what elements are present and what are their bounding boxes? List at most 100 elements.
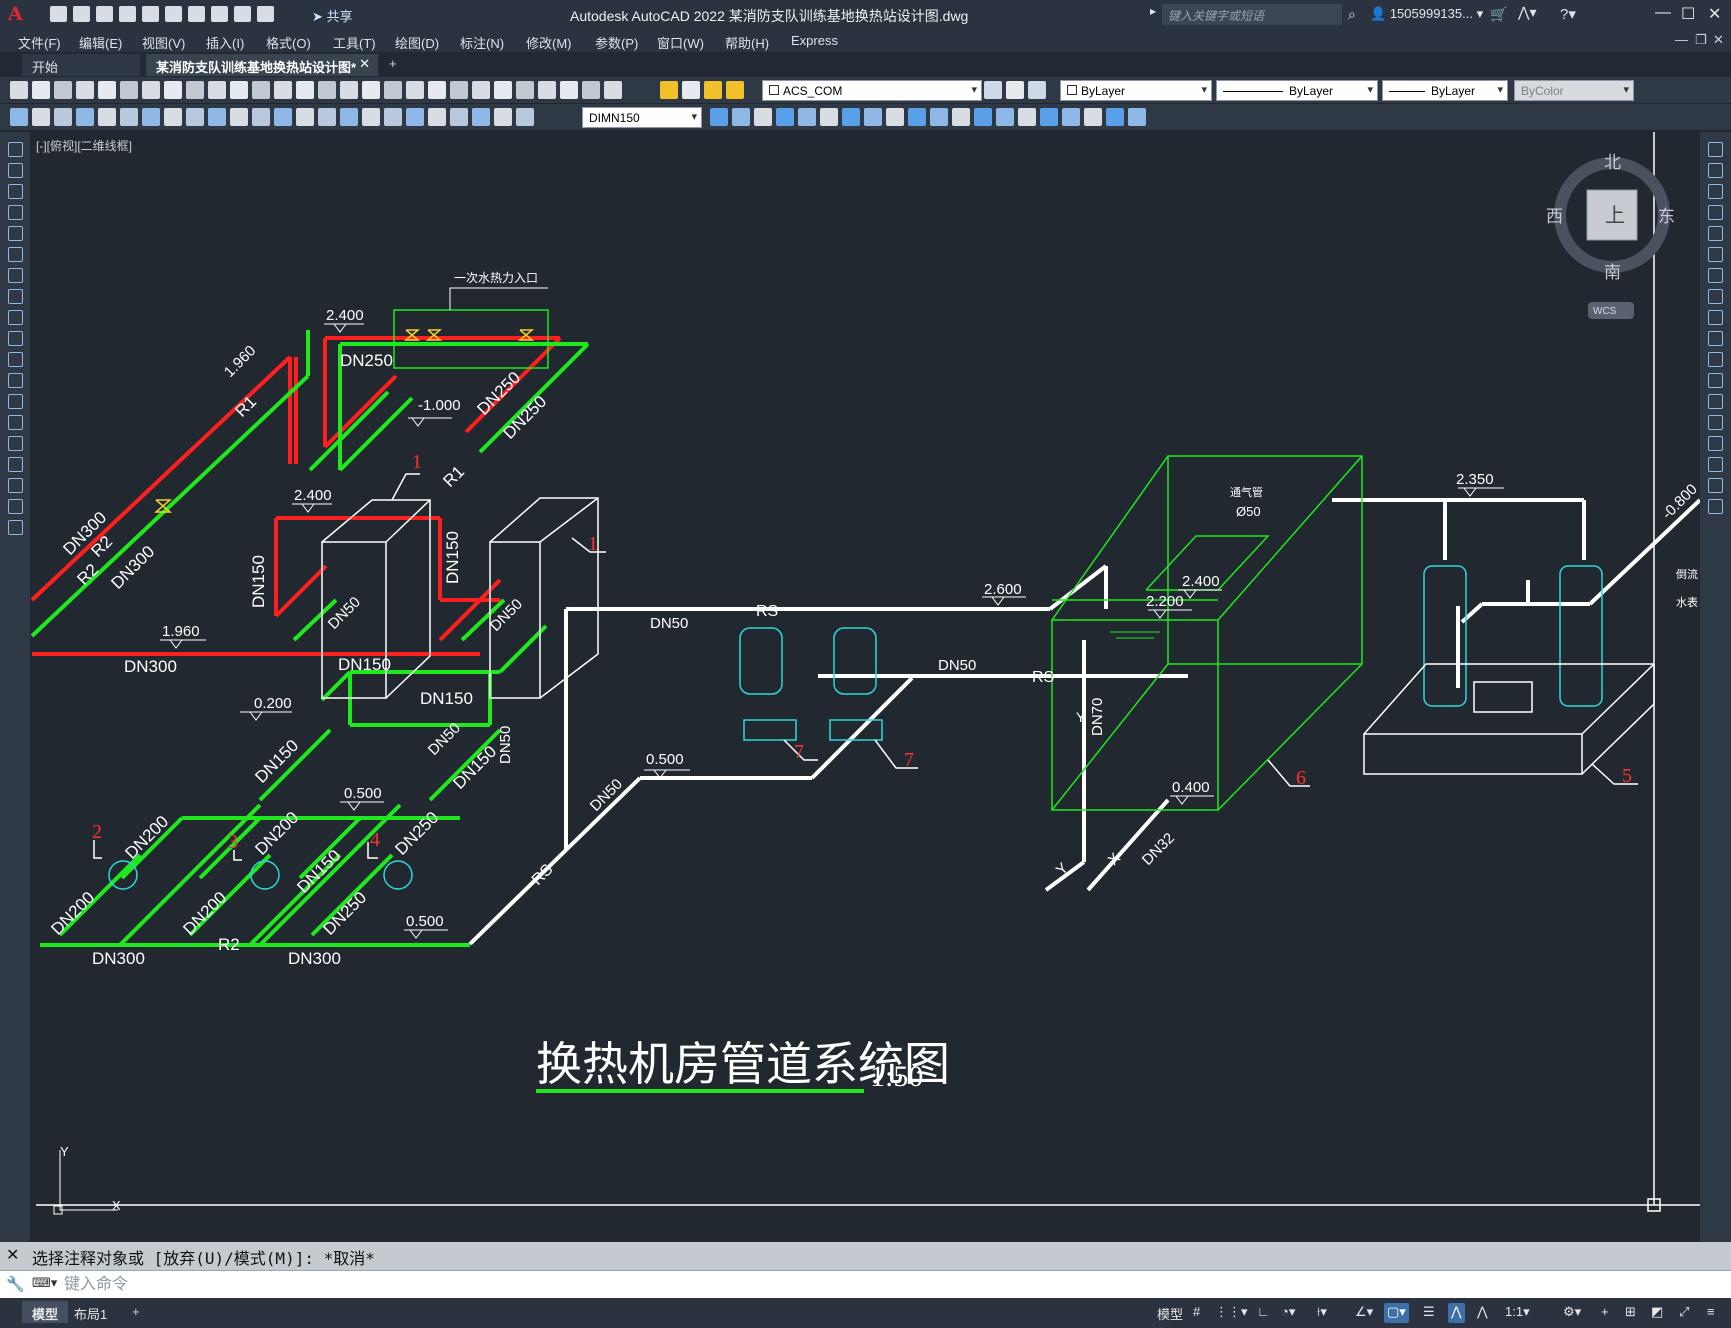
close-tab-icon[interactable]: ✕ bbox=[359, 56, 370, 72]
selection-cycling-icon[interactable]: ▢▾ bbox=[1384, 1303, 1409, 1323]
toolbar-tool-icon[interactable] bbox=[428, 108, 446, 126]
toolbar-tool-icon[interactable] bbox=[362, 108, 380, 126]
toolbar-tool-icon[interactable] bbox=[1708, 436, 1723, 451]
toolbar-tool-icon[interactable] bbox=[1006, 81, 1024, 99]
lineweight-icon[interactable]: ☰ bbox=[1420, 1303, 1438, 1323]
toolbar-tool-icon[interactable] bbox=[996, 108, 1014, 126]
autodesk-icon[interactable]: ⋀▾ bbox=[1518, 4, 1537, 21]
autoscale-icon[interactable]: ⋀ bbox=[1474, 1303, 1491, 1323]
toolbar-tool-icon[interactable] bbox=[8, 142, 23, 157]
toolbar-tool-icon[interactable] bbox=[230, 81, 248, 99]
user-account[interactable]: 👤 1505999135... ▾ bbox=[1370, 6, 1483, 22]
toolbar-tool-icon[interactable] bbox=[208, 81, 226, 99]
toolbar-tool-icon[interactable] bbox=[8, 478, 23, 493]
toolbar-tool-icon[interactable] bbox=[8, 184, 23, 199]
gear-icon[interactable]: ⚙▾ bbox=[1560, 1303, 1584, 1323]
toolbar-tool-icon[interactable] bbox=[952, 108, 970, 126]
toolbar-tool-icon[interactable] bbox=[798, 108, 816, 126]
toolbar-tool-icon[interactable] bbox=[186, 108, 204, 126]
toolbar-tool-icon[interactable] bbox=[450, 81, 468, 99]
toolbar-tool-icon[interactable] bbox=[340, 81, 358, 99]
toolbar-tool-icon[interactable] bbox=[230, 108, 248, 126]
toolbar-tool-icon[interactable] bbox=[450, 108, 468, 126]
new-file-icon[interactable] bbox=[50, 6, 67, 22]
viewcube-west[interactable]: 西 bbox=[1546, 207, 1563, 226]
open-file-icon[interactable] bbox=[73, 6, 90, 22]
drawing-canvas[interactable]: 一次水热力入口 DN250 DN250 DN250 DN300 DN300 DN… bbox=[30, 132, 1700, 1242]
toolbar-tool-icon[interactable] bbox=[208, 108, 226, 126]
toolbar-tool-icon[interactable] bbox=[296, 108, 314, 126]
toolbar-tool-icon[interactable] bbox=[142, 81, 160, 99]
save-web-icon[interactable] bbox=[165, 6, 182, 22]
toolbar-tool-icon[interactable] bbox=[1708, 478, 1723, 493]
toolbar-tool-icon[interactable] bbox=[1040, 108, 1058, 126]
viewcube-north[interactable]: 北 bbox=[1604, 153, 1621, 172]
polar-icon[interactable]: ◔▾ bbox=[1278, 1303, 1298, 1323]
toolbar-tool-icon[interactable] bbox=[582, 81, 600, 99]
osnap-icon[interactable]: ⟊▾ bbox=[1314, 1303, 1330, 1323]
menu-modify[interactable]: 修改(M) bbox=[526, 33, 572, 52]
toolbar-tool-icon[interactable] bbox=[384, 81, 402, 99]
close-button[interactable]: ✕ bbox=[1708, 4, 1721, 24]
toolbar-tool-icon[interactable] bbox=[1028, 81, 1046, 99]
toolbar-tool-icon[interactable] bbox=[886, 108, 904, 126]
toolbar-tool-icon[interactable] bbox=[1106, 108, 1124, 126]
toolbar-tool-icon[interactable] bbox=[164, 108, 182, 126]
layer-dropdown[interactable]: ACS_COM ▾ bbox=[762, 80, 982, 101]
toolbar-tool-icon[interactable] bbox=[660, 81, 678, 99]
toolbar-tool-icon[interactable] bbox=[1708, 268, 1723, 283]
toolbar-tool-icon[interactable] bbox=[1708, 499, 1723, 514]
menu-edit[interactable]: 编辑(E) bbox=[79, 33, 122, 52]
annotation-visibility-icon[interactable]: ⋀ bbox=[1448, 1303, 1465, 1323]
toolbar-tool-icon[interactable] bbox=[494, 108, 512, 126]
toolbar-tool-icon[interactable] bbox=[1708, 163, 1723, 178]
toolbar-tool-icon[interactable] bbox=[710, 108, 728, 126]
toolbar-tool-icon[interactable] bbox=[1708, 394, 1723, 409]
toolbar-tool-icon[interactable] bbox=[1708, 247, 1723, 262]
toolbar-tool-icon[interactable] bbox=[8, 268, 23, 283]
toolbar-tool-icon[interactable] bbox=[1084, 108, 1102, 126]
cart-icon[interactable]: 🛒 bbox=[1490, 6, 1507, 23]
toolbar-tool-icon[interactable] bbox=[8, 247, 23, 262]
toolbar-tool-icon[interactable] bbox=[120, 108, 138, 126]
menu-view[interactable]: 视图(V) bbox=[142, 33, 185, 52]
menu-tools[interactable]: 工具(T) bbox=[333, 33, 376, 52]
toolbar-tool-icon[interactable] bbox=[8, 205, 23, 220]
toolbar-tool-icon[interactable] bbox=[1708, 226, 1723, 241]
toolbar-tool-icon[interactable] bbox=[252, 108, 270, 126]
ortho-icon[interactable]: ∟ bbox=[1254, 1303, 1273, 1323]
toolbar-tool-icon[interactable] bbox=[516, 108, 534, 126]
toolbar-tool-icon[interactable] bbox=[516, 81, 534, 99]
toolbar-tool-icon[interactable] bbox=[32, 108, 50, 126]
toolbar-tool-icon[interactable] bbox=[8, 226, 23, 241]
toolbar-tool-icon[interactable] bbox=[1708, 352, 1723, 367]
toolbar-tool-icon[interactable] bbox=[10, 108, 28, 126]
layout-tab-layout1[interactable]: 布局1 bbox=[64, 1301, 117, 1323]
customize-qat-icon[interactable] bbox=[257, 6, 274, 22]
linetype-dropdown[interactable]: ByLayer ▾ bbox=[1216, 80, 1378, 101]
search-input[interactable]: 键入关键字或短语 bbox=[1162, 4, 1342, 25]
toolbar-tool-icon[interactable] bbox=[54, 108, 72, 126]
menu-dimension[interactable]: 标注(N) bbox=[460, 33, 504, 52]
toolbar-tool-icon[interactable] bbox=[682, 81, 700, 99]
toolbar-tool-icon[interactable] bbox=[604, 81, 622, 99]
customize-menu-icon[interactable]: ≡ bbox=[1704, 1303, 1718, 1323]
toolbar-tool-icon[interactable] bbox=[984, 81, 1002, 99]
hardware-accel-icon[interactable]: ◩ bbox=[1648, 1303, 1666, 1323]
toolbar-tool-icon[interactable] bbox=[98, 108, 116, 126]
toolbar-tool-icon[interactable] bbox=[362, 81, 380, 99]
command-line[interactable]: 🔧 ⌨▾ bbox=[0, 1270, 1731, 1298]
share-button[interactable]: ➤ 共享 bbox=[312, 6, 353, 25]
menu-window[interactable]: 窗口(W) bbox=[657, 33, 704, 52]
model-space-button[interactable]: 模型 bbox=[1154, 1303, 1186, 1323]
color-dropdown[interactable]: ByLayer ▾ bbox=[1060, 80, 1212, 101]
toolbar-tool-icon[interactable] bbox=[318, 108, 336, 126]
plotstyle-dropdown[interactable]: ByColor ▾ bbox=[1514, 80, 1634, 101]
toolbar-tool-icon[interactable] bbox=[76, 81, 94, 99]
save-as-icon[interactable] bbox=[119, 6, 136, 22]
toolbar-tool-icon[interactable] bbox=[8, 163, 23, 178]
toolbar-tool-icon[interactable] bbox=[8, 499, 23, 514]
toolbar-tool-icon[interactable] bbox=[406, 81, 424, 99]
toolbar-tool-icon[interactable] bbox=[1708, 184, 1723, 199]
viewcube[interactable]: 上 北 南 东 西 WCS bbox=[1546, 153, 1675, 319]
